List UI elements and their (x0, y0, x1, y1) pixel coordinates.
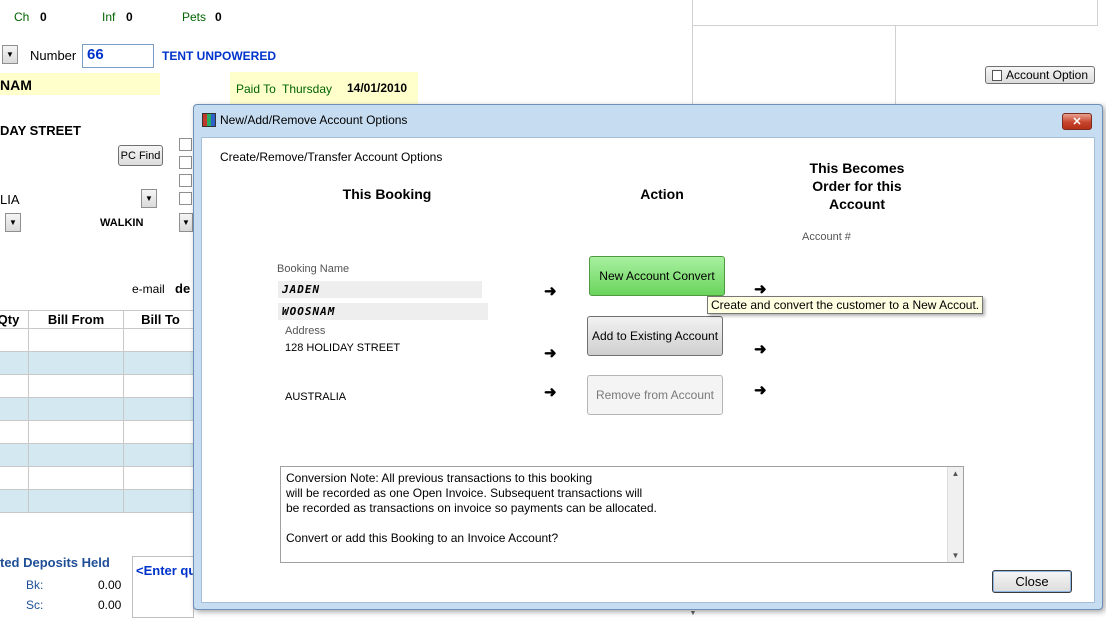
paid-to-date: 14/01/2010 (347, 81, 408, 95)
scroll-down-icon[interactable]: ▼ (686, 610, 700, 618)
account-option-label: Account Option (1005, 68, 1089, 82)
option-checkbox[interactable] (179, 174, 192, 187)
email-label: e-mail (132, 282, 165, 296)
note-line: Convert or add this Booking to an Invoic… (286, 531, 559, 545)
note-scrollbar[interactable]: ▲ ▼ (947, 467, 963, 562)
left-dropdown-arrow[interactable]: ▼ (2, 45, 18, 64)
country-dropdown-arrow[interactable]: ▼ (141, 189, 157, 208)
table-row[interactable] (0, 374, 198, 398)
conversion-note-text: Conversion Note: All previous transactio… (281, 467, 947, 562)
pets-label: Pets (182, 10, 207, 24)
street-fragment: DAY STREET (0, 123, 81, 138)
deposit-bk-label: Bk: (26, 578, 44, 592)
arrow-right-icon: ➜ (544, 384, 557, 401)
site-type-label: TENT UNPOWERED (162, 49, 276, 63)
arrow-right-icon: ➜ (544, 283, 557, 300)
table-row[interactable] (0, 351, 198, 375)
arrow-right-icon: ➜ (754, 341, 767, 358)
surname-fragment: NAM (0, 77, 32, 93)
dialog-body: Create/Remove/Transfer Account Options T… (201, 137, 1095, 603)
dialog-title: New/Add/Remove Account Options (220, 113, 408, 127)
paid-to-label: Paid To (236, 82, 276, 96)
top-right-panel (692, 0, 1098, 26)
table-row[interactable] (0, 443, 198, 467)
note-line: will be recorded as one Open Invoice. Su… (286, 486, 643, 500)
children-value: 0 (40, 10, 47, 24)
option-checkbox[interactable] (179, 138, 192, 151)
panel-divider (895, 26, 896, 104)
note-line (286, 516, 942, 531)
dialog-titlebar[interactable]: New/Add/Remove Account Options (194, 105, 1102, 135)
note-line: be recorded as transactions on invoice s… (286, 501, 657, 515)
remove-from-account-button[interactable]: Remove from Account (587, 375, 723, 415)
table-row[interactable] (0, 489, 198, 513)
billing-grid: Qty Bill From Bill To (0, 310, 198, 513)
state-dropdown-arrow[interactable]: ▼ (5, 213, 21, 232)
panel-divider (692, 0, 693, 104)
note-line: Conversion Note: All previous transactio… (286, 471, 593, 485)
conversion-note-box[interactable]: Conversion Note: All previous transactio… (280, 466, 964, 563)
booking-name-label: Booking Name (277, 263, 350, 275)
close-icon: ✕ (1072, 116, 1082, 128)
pc-find-button[interactable]: PC Find (118, 145, 163, 166)
table-row[interactable] (0, 397, 198, 421)
address-line-field: 128 HOLIDAY STREET (285, 342, 401, 354)
new-account-tooltip: Create and convert the customer to a New… (707, 296, 984, 314)
account-option-button[interactable]: Account Option (985, 66, 1095, 84)
account-option-icon (991, 69, 1002, 81)
infants-label: Inf (102, 10, 116, 24)
close-window-button[interactable]: ✕ (1062, 113, 1092, 130)
header-action: Action (640, 186, 684, 202)
enter-prompt: <Enter qu (136, 563, 197, 578)
scroll-down-icon[interactable]: ▼ (952, 551, 960, 560)
first-name-field: JADEN (278, 281, 482, 298)
last-name-field: WOOSNAM (278, 303, 488, 320)
paid-to-day: Thursday (282, 82, 333, 96)
arrow-right-icon: ➜ (544, 345, 557, 362)
dialog-subtitle: Create/Remove/Transfer Account Options (220, 150, 443, 164)
arrow-right-icon: ➜ (754, 382, 767, 399)
account-options-dialog: New/Add/Remove Account Options ✕ Create/… (193, 104, 1103, 610)
grid-header-bill-to: Bill To (123, 310, 198, 329)
header-becomes-order: This Becomes Order for this Account (809, 160, 905, 212)
table-row[interactable] (0, 328, 198, 352)
close-button[interactable]: Close (992, 570, 1072, 593)
infants-value: 0 (126, 10, 133, 24)
option-checkbox[interactable] (179, 192, 192, 205)
deposit-sc-value: 0.00 (98, 598, 122, 612)
email-fragment: de (175, 281, 191, 296)
pets-value: 0 (215, 10, 222, 24)
table-row[interactable] (0, 420, 198, 444)
site-number-input[interactable]: 66 (82, 44, 154, 68)
address-label: Address (285, 325, 326, 337)
grid-header-qty: Qty (0, 310, 29, 329)
source-value: WALKIN (100, 217, 144, 229)
new-account-convert-button[interactable]: New Account Convert (589, 256, 725, 296)
deposits-title: ted Deposits Held (0, 555, 110, 570)
table-row[interactable] (0, 466, 198, 490)
grid-header-bill-from: Bill From (28, 310, 124, 329)
deposit-sc-label: Sc: (26, 598, 44, 612)
number-label: Number (30, 48, 77, 63)
header-this-booking: This Booking (342, 186, 432, 202)
children-label: Ch (14, 10, 30, 24)
country-fragment: LIA (0, 192, 20, 207)
option-checkbox[interactable] (179, 156, 192, 169)
deposit-bk-value: 0.00 (98, 578, 122, 592)
account-number-label: Account # (802, 231, 851, 243)
country-field: AUSTRALIA (285, 391, 347, 403)
add-to-existing-account-button[interactable]: Add to Existing Account (587, 316, 723, 356)
source-dropdown-arrow[interactable]: ▼ (179, 213, 193, 232)
app-icon (202, 113, 216, 127)
scroll-up-icon[interactable]: ▲ (952, 469, 960, 478)
